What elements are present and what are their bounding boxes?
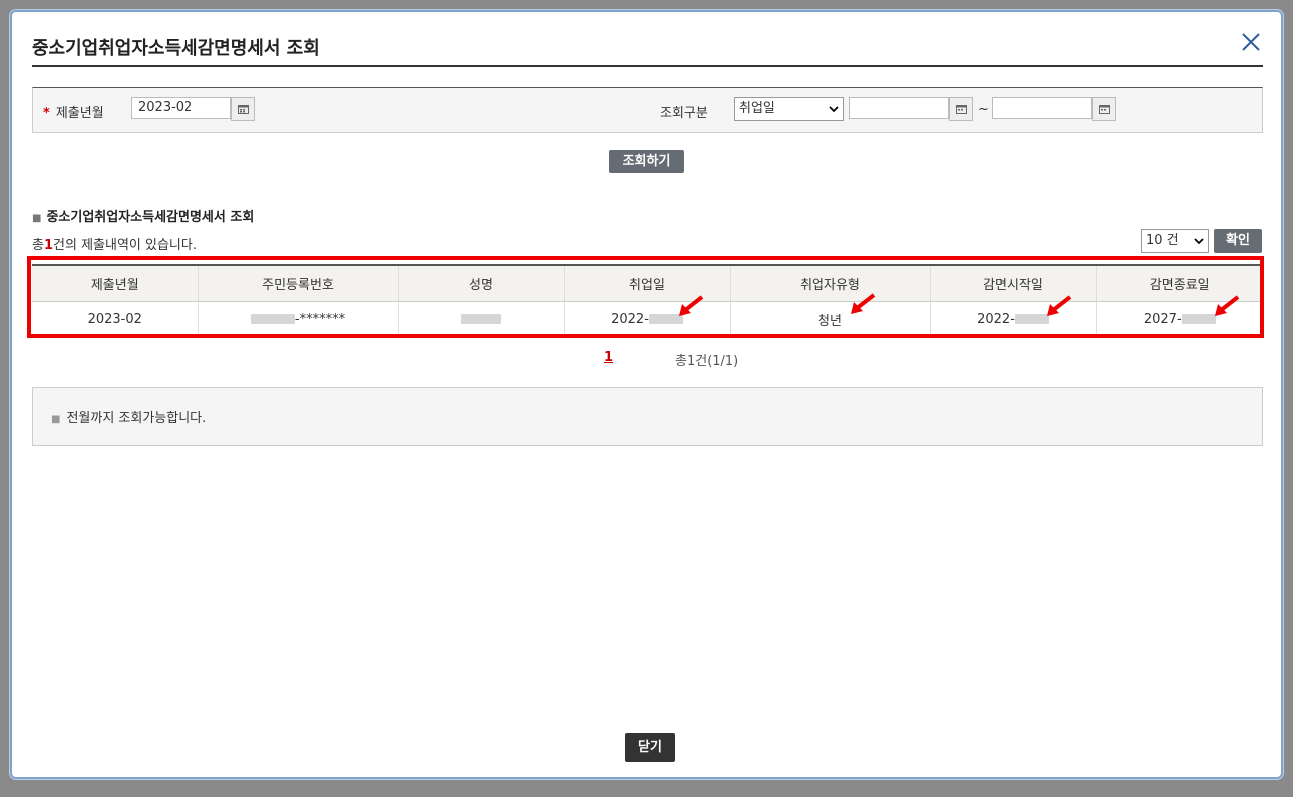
pager-current-page[interactable]: 1: [604, 350, 613, 365]
redacted-block: [250, 314, 295, 324]
year-month-input[interactable]: 2023-02: [131, 97, 231, 119]
modal-title: 중소기업취업자소득세감면명세서 조회: [32, 38, 320, 59]
notice-text: ■ 전월까지 조회가능합니다.: [51, 407, 206, 426]
redacted-block: [461, 314, 501, 324]
page-size-select[interactable]: 10 건: [1141, 229, 1209, 253]
table-row[interactable]: 2023-02 -******* 2022- 청년 2022- 2027-: [32, 301, 1263, 337]
search-panel: * 제출년월 2023-02 조회구분 취업일 ~: [32, 87, 1263, 133]
range-tilde: ~: [978, 102, 989, 117]
employee-type-cell: 청년: [729, 301, 930, 337]
modal-dialog: 중소기업취업자소득세감면명세서 조회 * 제출년월 2023-02 조회구분 취업…: [10, 10, 1283, 779]
submit-month-cell: 2023-02: [32, 301, 198, 337]
date-to-input[interactable]: [992, 97, 1092, 119]
name-cell: [397, 301, 564, 337]
calendar-icon[interactable]: [1092, 97, 1116, 121]
category-selected: 취업일: [739, 101, 775, 116]
calendar-icon[interactable]: [231, 97, 255, 121]
year-month-label: * 제출년월: [43, 102, 104, 121]
rrn-suffix: -*******: [294, 311, 346, 327]
count-prefix: 총: [32, 238, 44, 253]
confirm-button[interactable]: 확인: [1214, 229, 1262, 253]
search-button[interactable]: 조회하기: [609, 150, 684, 173]
year-month-label-text: 제출년월: [55, 106, 104, 121]
redacted-block: [648, 314, 683, 324]
chevron-down-icon: [1194, 238, 1204, 245]
column-header: 주민등록번호: [197, 264, 398, 302]
column-header: 감면종료일: [1095, 264, 1263, 302]
end-date-prefix: 2027-: [1143, 311, 1182, 327]
end-date-cell: 2027-: [1095, 301, 1263, 337]
date-from-input[interactable]: [849, 97, 949, 119]
chevron-down-icon: [829, 106, 839, 113]
column-header: 감면시작일: [929, 264, 1096, 302]
category-select[interactable]: 취업일: [734, 97, 844, 121]
category-label: 조회구분: [660, 106, 708, 121]
close-icon[interactable]: [1239, 30, 1263, 54]
results-table: 제출년월 주민등록번호 성명 취업일 취업자유형 감면시작일 감면종료일 202…: [32, 264, 1263, 337]
column-header: 취업일: [563, 264, 730, 302]
section-title-text: 중소기업취업자소득세감면명세서 조회: [46, 210, 255, 225]
pager-summary: 총1건(1/1): [675, 354, 739, 369]
bullet-icon: ■: [32, 213, 42, 224]
start-date-prefix: 2022-: [977, 311, 1015, 327]
bullet-icon: ■: [51, 414, 61, 425]
notice-box: ■ 전월까지 조회가능합니다.: [32, 387, 1263, 446]
employ-date-cell: 2022-: [563, 301, 730, 337]
column-header: 성명: [397, 264, 564, 302]
count-value: 1: [43, 238, 54, 253]
title-divider: [32, 65, 1263, 67]
notice-text-content: 전월까지 조회가능합니다.: [66, 411, 207, 426]
close-button[interactable]: 닫기: [625, 733, 675, 762]
required-mark: *: [43, 106, 50, 121]
redacted-block: [1181, 314, 1216, 324]
redacted-block: [1014, 314, 1049, 324]
column-header: 제출년월: [32, 264, 198, 302]
start-date-cell: 2022-: [929, 301, 1096, 337]
rrn-cell: -*******: [197, 301, 398, 337]
table-header-row: 제출년월 주민등록번호 성명 취업일 취업자유형 감면시작일 감면종료일: [32, 264, 1263, 302]
column-header: 취업자유형: [729, 264, 930, 302]
section-title: ■ 중소기업취업자소득세감면명세서 조회: [32, 206, 254, 225]
employ-date-prefix: 2022-: [611, 311, 649, 327]
count-suffix: 건의 제출내역이 있습니다.: [53, 238, 197, 253]
result-count: 총1건의 제출내역이 있습니다.: [32, 234, 197, 253]
calendar-icon[interactable]: [949, 97, 973, 121]
page-size-value: 10 건: [1146, 233, 1179, 248]
